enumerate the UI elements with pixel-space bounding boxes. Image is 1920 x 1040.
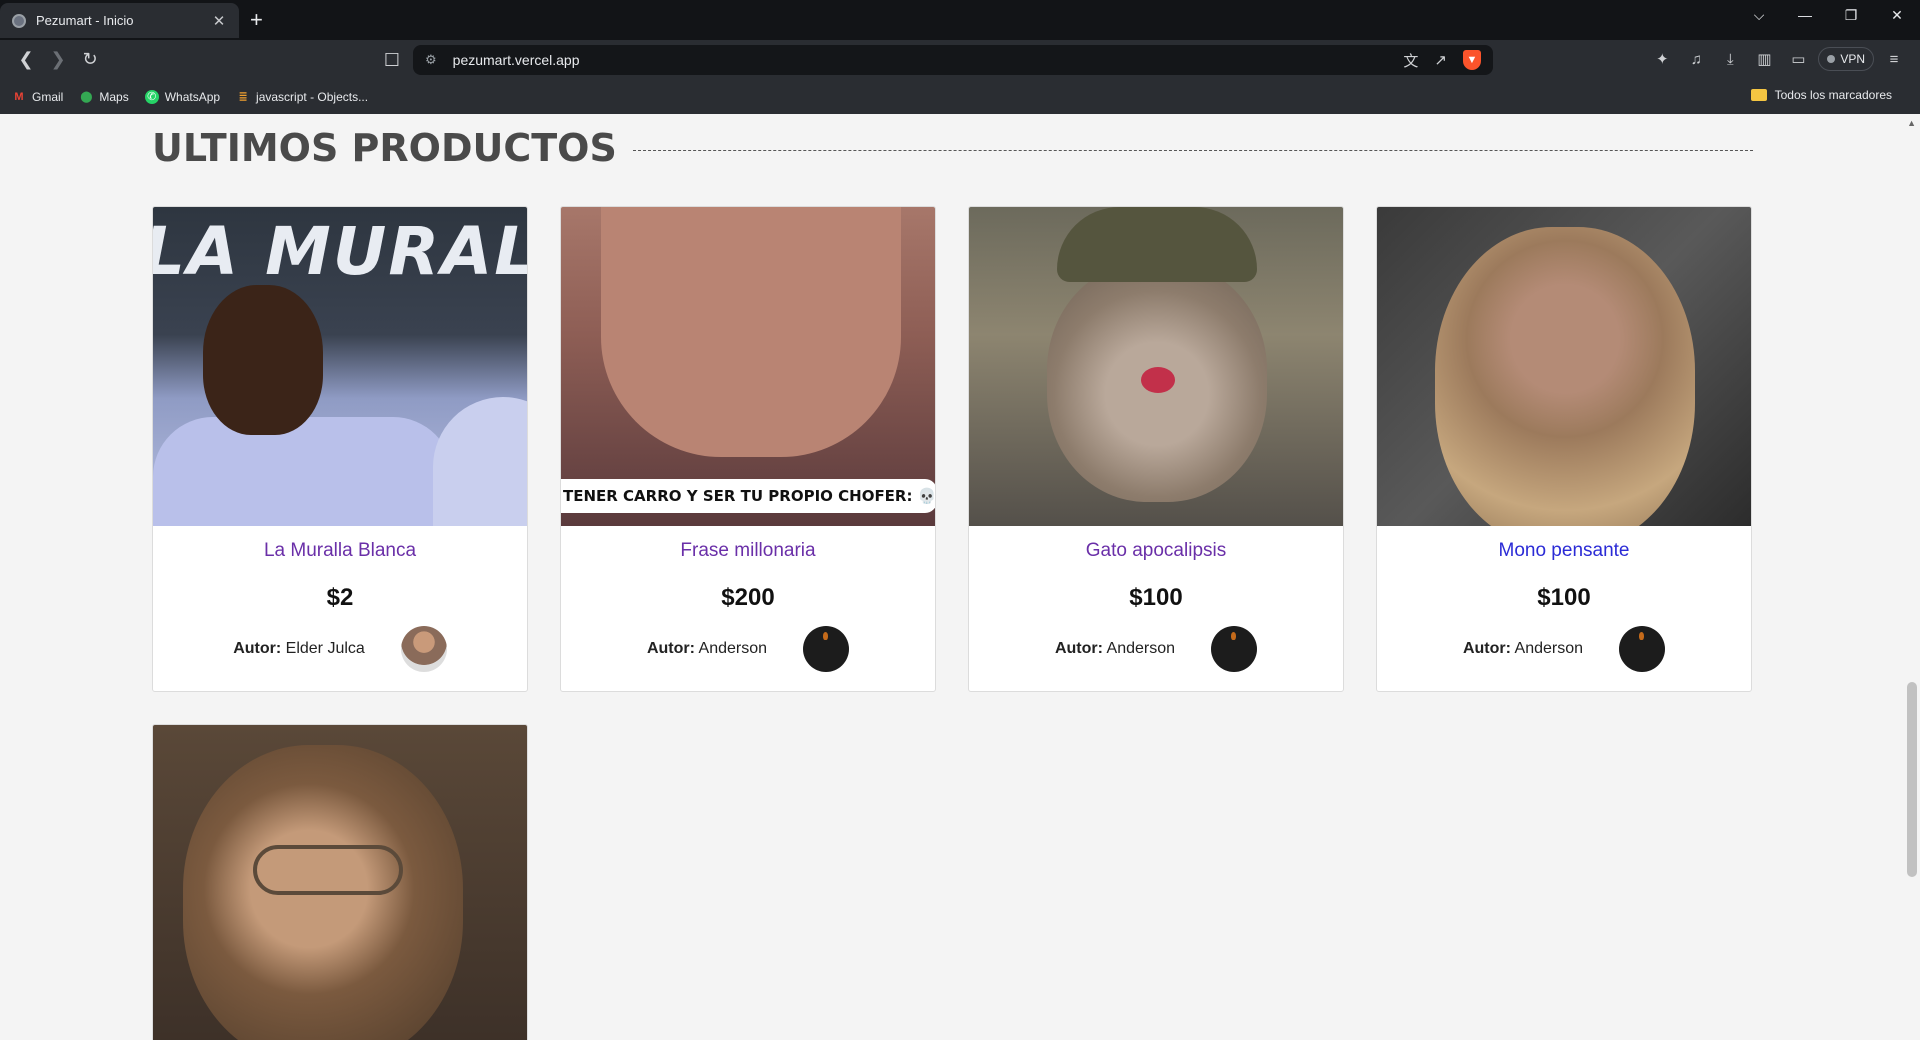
product-price: $2	[326, 584, 354, 611]
stackoverflow-icon: ≣	[238, 91, 248, 103]
avatar[interactable]	[400, 626, 447, 672]
active-tab[interactable]: Pezumart - Inicio ✕	[0, 3, 239, 38]
page-scrollbar[interactable]	[1903, 114, 1920, 1040]
author-row: Autor: Anderson	[1377, 626, 1751, 672]
avatar[interactable]	[1619, 626, 1666, 672]
bookmark-label: javascript - Objects...	[256, 89, 369, 104]
product-card[interactable]: Mono pensante $100 Autor: Anderson	[1376, 206, 1752, 692]
image-banner-text: LA MURAL	[153, 213, 527, 290]
product-info: Gato apocalipsis $100 Autor: Anderson	[969, 526, 1343, 691]
section-header: ULTIMOS PRODUCTOS	[152, 126, 1753, 170]
product-name[interactable]: La Muralla Blanca	[153, 540, 527, 566]
sidebar-icon[interactable]: ▥	[1750, 44, 1778, 74]
tab-title: Pezumart - Inicio	[36, 13, 134, 28]
scrollbar-thumb[interactable]	[1907, 682, 1917, 877]
avatar[interactable]	[803, 626, 850, 672]
all-bookmarks-label: Todos los marcadores	[1774, 88, 1892, 102]
vpn-label: VPN	[1840, 52, 1865, 66]
media-icon[interactable]: ♫	[1682, 44, 1710, 74]
author-name: Anderson	[1514, 640, 1584, 657]
back-arrow-icon[interactable]: ❮	[10, 44, 42, 76]
wallet-icon[interactable]: ▭	[1784, 44, 1812, 74]
address-bar[interactable]: ⚙ pezumart.vercel.app 文 ↗ ▼	[413, 45, 1493, 75]
tab-close-icon[interactable]: ✕	[211, 12, 227, 30]
new-tab-button[interactable]: +	[250, 6, 263, 34]
product-name[interactable]: Gato apocalipsis	[969, 540, 1343, 566]
bookmarks-bar: M Gmail ⬤ Maps ✆ WhatsApp ≣ javascript -…	[0, 79, 1920, 114]
product-image[interactable]	[1377, 207, 1751, 526]
close-window-button[interactable]: ✕	[1874, 0, 1920, 30]
bookmark-label: Maps	[99, 89, 129, 104]
product-price: $100	[1129, 584, 1183, 611]
brave-shields-icon[interactable]: ▼	[1463, 50, 1481, 70]
section-divider	[632, 149, 1753, 151]
all-bookmarks-button[interactable]: Todos los marcadores	[1750, 88, 1892, 102]
whatsapp-icon: ✆	[144, 89, 159, 104]
folder-icon	[1750, 89, 1767, 101]
restore-button[interactable]: ❐	[1828, 0, 1874, 30]
address-bar-actions: 文 ↗ ▼	[1403, 50, 1481, 71]
translate-icon[interactable]: 文	[1403, 50, 1418, 71]
product-card[interactable]: TENER CARRO Y SER TU PROPIO CHOFER: 💀 Fr…	[560, 206, 936, 692]
author-row: Autor: Elder Julca	[153, 626, 527, 672]
vpn-status-icon	[1827, 55, 1836, 63]
product-price: $100	[1537, 584, 1591, 611]
product-card[interactable]: LA MURAL La Muralla Blanca $2 Autor: Eld…	[152, 206, 528, 692]
forward-arrow-icon[interactable]: ❯	[42, 44, 74, 76]
author-label: Autor: Anderson	[646, 640, 768, 657]
author-name: Anderson	[698, 640, 768, 657]
bookmark-gmail[interactable]: M Gmail	[12, 90, 63, 104]
author-row: Autor: Anderson	[561, 626, 935, 672]
product-card[interactable]: Gato apocalipsis $100 Autor: Anderson	[968, 206, 1344, 692]
menu-icon[interactable]: ≡	[1880, 44, 1908, 74]
author-label: Autor: Anderson	[1054, 640, 1176, 657]
maps-icon: ⬤	[80, 91, 93, 103]
site-favicon-icon	[12, 13, 26, 28]
product-info: Mono pensante $100 Autor: Anderson	[1377, 526, 1751, 691]
extensions-icon[interactable]: ✦	[1648, 44, 1676, 74]
author-row: Autor: Anderson	[969, 626, 1343, 672]
bookmark-label: Gmail	[32, 89, 64, 104]
vpn-button[interactable]: VPN	[1818, 47, 1874, 71]
minimize-button[interactable]: —	[1782, 0, 1828, 30]
bookmark-maps[interactable]: ⬤ Maps	[79, 89, 129, 104]
downloads-icon[interactable]: ⤓	[1716, 44, 1744, 74]
author-name: Elder Julca	[285, 640, 365, 657]
site-info-icon[interactable]: ⚙	[425, 52, 437, 68]
bookmark-page-icon[interactable]: ☐	[376, 44, 408, 76]
product-info: La Muralla Blanca $2 Autor: Elder Julca	[153, 526, 527, 691]
tab-search-button[interactable]: ⌵	[1736, 0, 1782, 30]
gmail-icon: M	[14, 90, 24, 103]
product-price: $200	[721, 584, 775, 611]
product-card[interactable]	[152, 724, 528, 1040]
product-name[interactable]: Mono pensante	[1377, 540, 1751, 566]
author-label: Autor: Anderson	[1462, 640, 1584, 657]
section-title: ULTIMOS PRODUCTOS	[152, 126, 617, 170]
tab-strip: Pezumart - Inicio ✕ + ⌵ — ❐ ✕	[0, 0, 1920, 40]
product-name[interactable]: Frase millonaria	[561, 540, 935, 566]
bookmark-whatsapp[interactable]: ✆ WhatsApp	[144, 89, 221, 104]
toolbar-right: ✦ ♫ ⤓ ▥ ▭ VPN ≡	[1648, 44, 1908, 74]
image-caption-text: TENER CARRO Y SER TU PROPIO CHOFER: 💀	[561, 479, 935, 513]
product-info: Frase millonaria $200 Autor: Anderson	[561, 526, 935, 691]
bookmark-stackoverflow[interactable]: ≣ javascript - Objects...	[236, 90, 368, 104]
author-label: Autor: Elder Julca	[233, 640, 365, 657]
product-image[interactable]: LA MURAL	[153, 207, 527, 526]
product-image[interactable]: TENER CARRO Y SER TU PROPIO CHOFER: 💀	[561, 207, 935, 526]
window-controls: ⌵ — ❐ ✕	[1736, 0, 1920, 30]
bookmark-label: WhatsApp	[164, 89, 221, 104]
reload-icon[interactable]: ↻	[74, 44, 106, 76]
share-icon[interactable]: ↗	[1434, 51, 1447, 69]
avatar[interactable]	[1211, 626, 1258, 672]
page-viewport: ULTIMOS PRODUCTOS LA MURAL La Muralla Bl…	[0, 114, 1920, 1040]
product-image[interactable]	[153, 725, 527, 1040]
browser-toolbar: ❮ ❯ ↻ ☐ ⚙ pezumart.vercel.app 文 ↗ ▼ ✦ ♫ …	[0, 40, 1920, 79]
product-image[interactable]	[969, 207, 1343, 526]
author-name: Anderson	[1106, 640, 1176, 657]
scroll-up-icon[interactable]: ▲	[1907, 118, 1916, 128]
url-text[interactable]: pezumart.vercel.app	[453, 52, 1404, 68]
